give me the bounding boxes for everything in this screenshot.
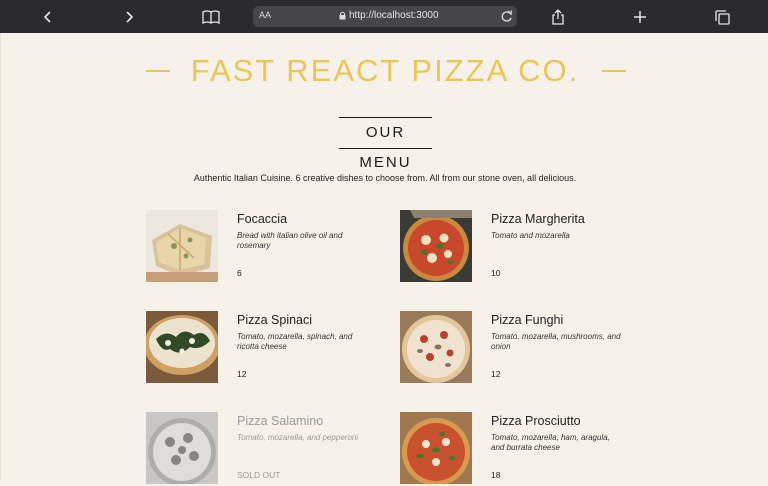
address-bar[interactable]: AA http://localhost:3000 (253, 6, 517, 27)
reader-button[interactable] (200, 6, 222, 28)
item-name: Pizza Prosciutto (491, 414, 581, 428)
menu-item-pizza-spinaci[interactable]: Pizza Spinaci Tomato, mozarella, spinach… (146, 311, 386, 385)
menu-item-pizza-funghi[interactable]: Pizza Funghi Tomato, mozarella, mushroom… (400, 311, 640, 385)
menu-subtitle: Authentic Italian Cuisine. 6 creative di… (193, 173, 577, 183)
item-name: Pizza Margherita (491, 212, 585, 226)
item-price: 6 (237, 268, 242, 278)
item-price: 12 (491, 369, 501, 379)
chevron-left-icon (43, 11, 51, 23)
reload-icon[interactable] (500, 9, 513, 23)
reader-size-button[interactable]: AA (259, 10, 271, 20)
pizza-salamino-image (146, 412, 218, 484)
item-name: Pizza Funghi (491, 313, 564, 327)
plus-icon (634, 11, 646, 23)
brand-title[interactable]: FAST REACT PIZZA CO. (1, 53, 768, 89)
item-name: Pizza Spinaci (237, 313, 313, 327)
pizza-margherita-image (400, 210, 472, 282)
item-name: Pizza Salamino (237, 414, 324, 428)
back-button[interactable] (37, 6, 59, 28)
item-price: 10 (491, 268, 501, 278)
item-ingredients: Tomato and mozarella (491, 231, 570, 240)
book-icon (202, 10, 220, 24)
menu-item-pizza-salamino[interactable]: Pizza Salamino Tomato, mozarella, and pe… (146, 412, 386, 486)
sold-out-label: SOLD OUT (237, 470, 281, 480)
url-text: http://localhost:3000 (349, 10, 439, 21)
brand-dash-right (602, 70, 626, 72)
tabs-overview-button[interactable] (711, 6, 733, 28)
share-button[interactable] (547, 6, 569, 28)
item-ingredients: Tomato, mozarella, ham, aragula, and bur… (491, 433, 610, 452)
menu-heading: OUR MENU (339, 117, 432, 171)
new-tab-button[interactable] (629, 6, 651, 28)
menu-page: FAST REACT PIZZA CO. OUR MENU Authentic … (0, 33, 768, 484)
share-icon (552, 9, 564, 25)
lock-icon (339, 11, 346, 20)
item-ingredients: Tomato, mozarella, and pepperoni (237, 433, 359, 442)
forward-button[interactable] (118, 6, 140, 28)
item-ingredients: Tomato, mozarella, spinach, and ricotta … (237, 332, 353, 351)
item-ingredients: Tomato, mozarella, mushrooms, and onion (491, 332, 621, 351)
pizza-prosciutto-image (400, 412, 472, 484)
chevron-right-icon (126, 11, 134, 23)
menu-item-pizza-margherita[interactable]: Pizza Margherita Tomato and mozarella 10 (400, 210, 640, 284)
pizza-spinaci-image (146, 311, 218, 383)
item-price: 12 (237, 369, 247, 379)
pizza-funghi-image (400, 311, 472, 383)
focaccia-image (146, 210, 218, 282)
item-name: Focaccia (237, 212, 288, 226)
menu-item-pizza-prosciutto[interactable]: Pizza Prosciutto Tomato, mozarella, ham,… (400, 412, 640, 486)
item-ingredients: Bread with italian olive oil and rosemar… (237, 231, 343, 250)
browser-toolbar: AA http://localhost:3000 (0, 0, 768, 33)
item-price: 18 (491, 470, 501, 480)
tabs-icon (714, 9, 730, 25)
menu-item-focaccia[interactable]: Focaccia Bread with italian olive oil an… (146, 210, 386, 284)
